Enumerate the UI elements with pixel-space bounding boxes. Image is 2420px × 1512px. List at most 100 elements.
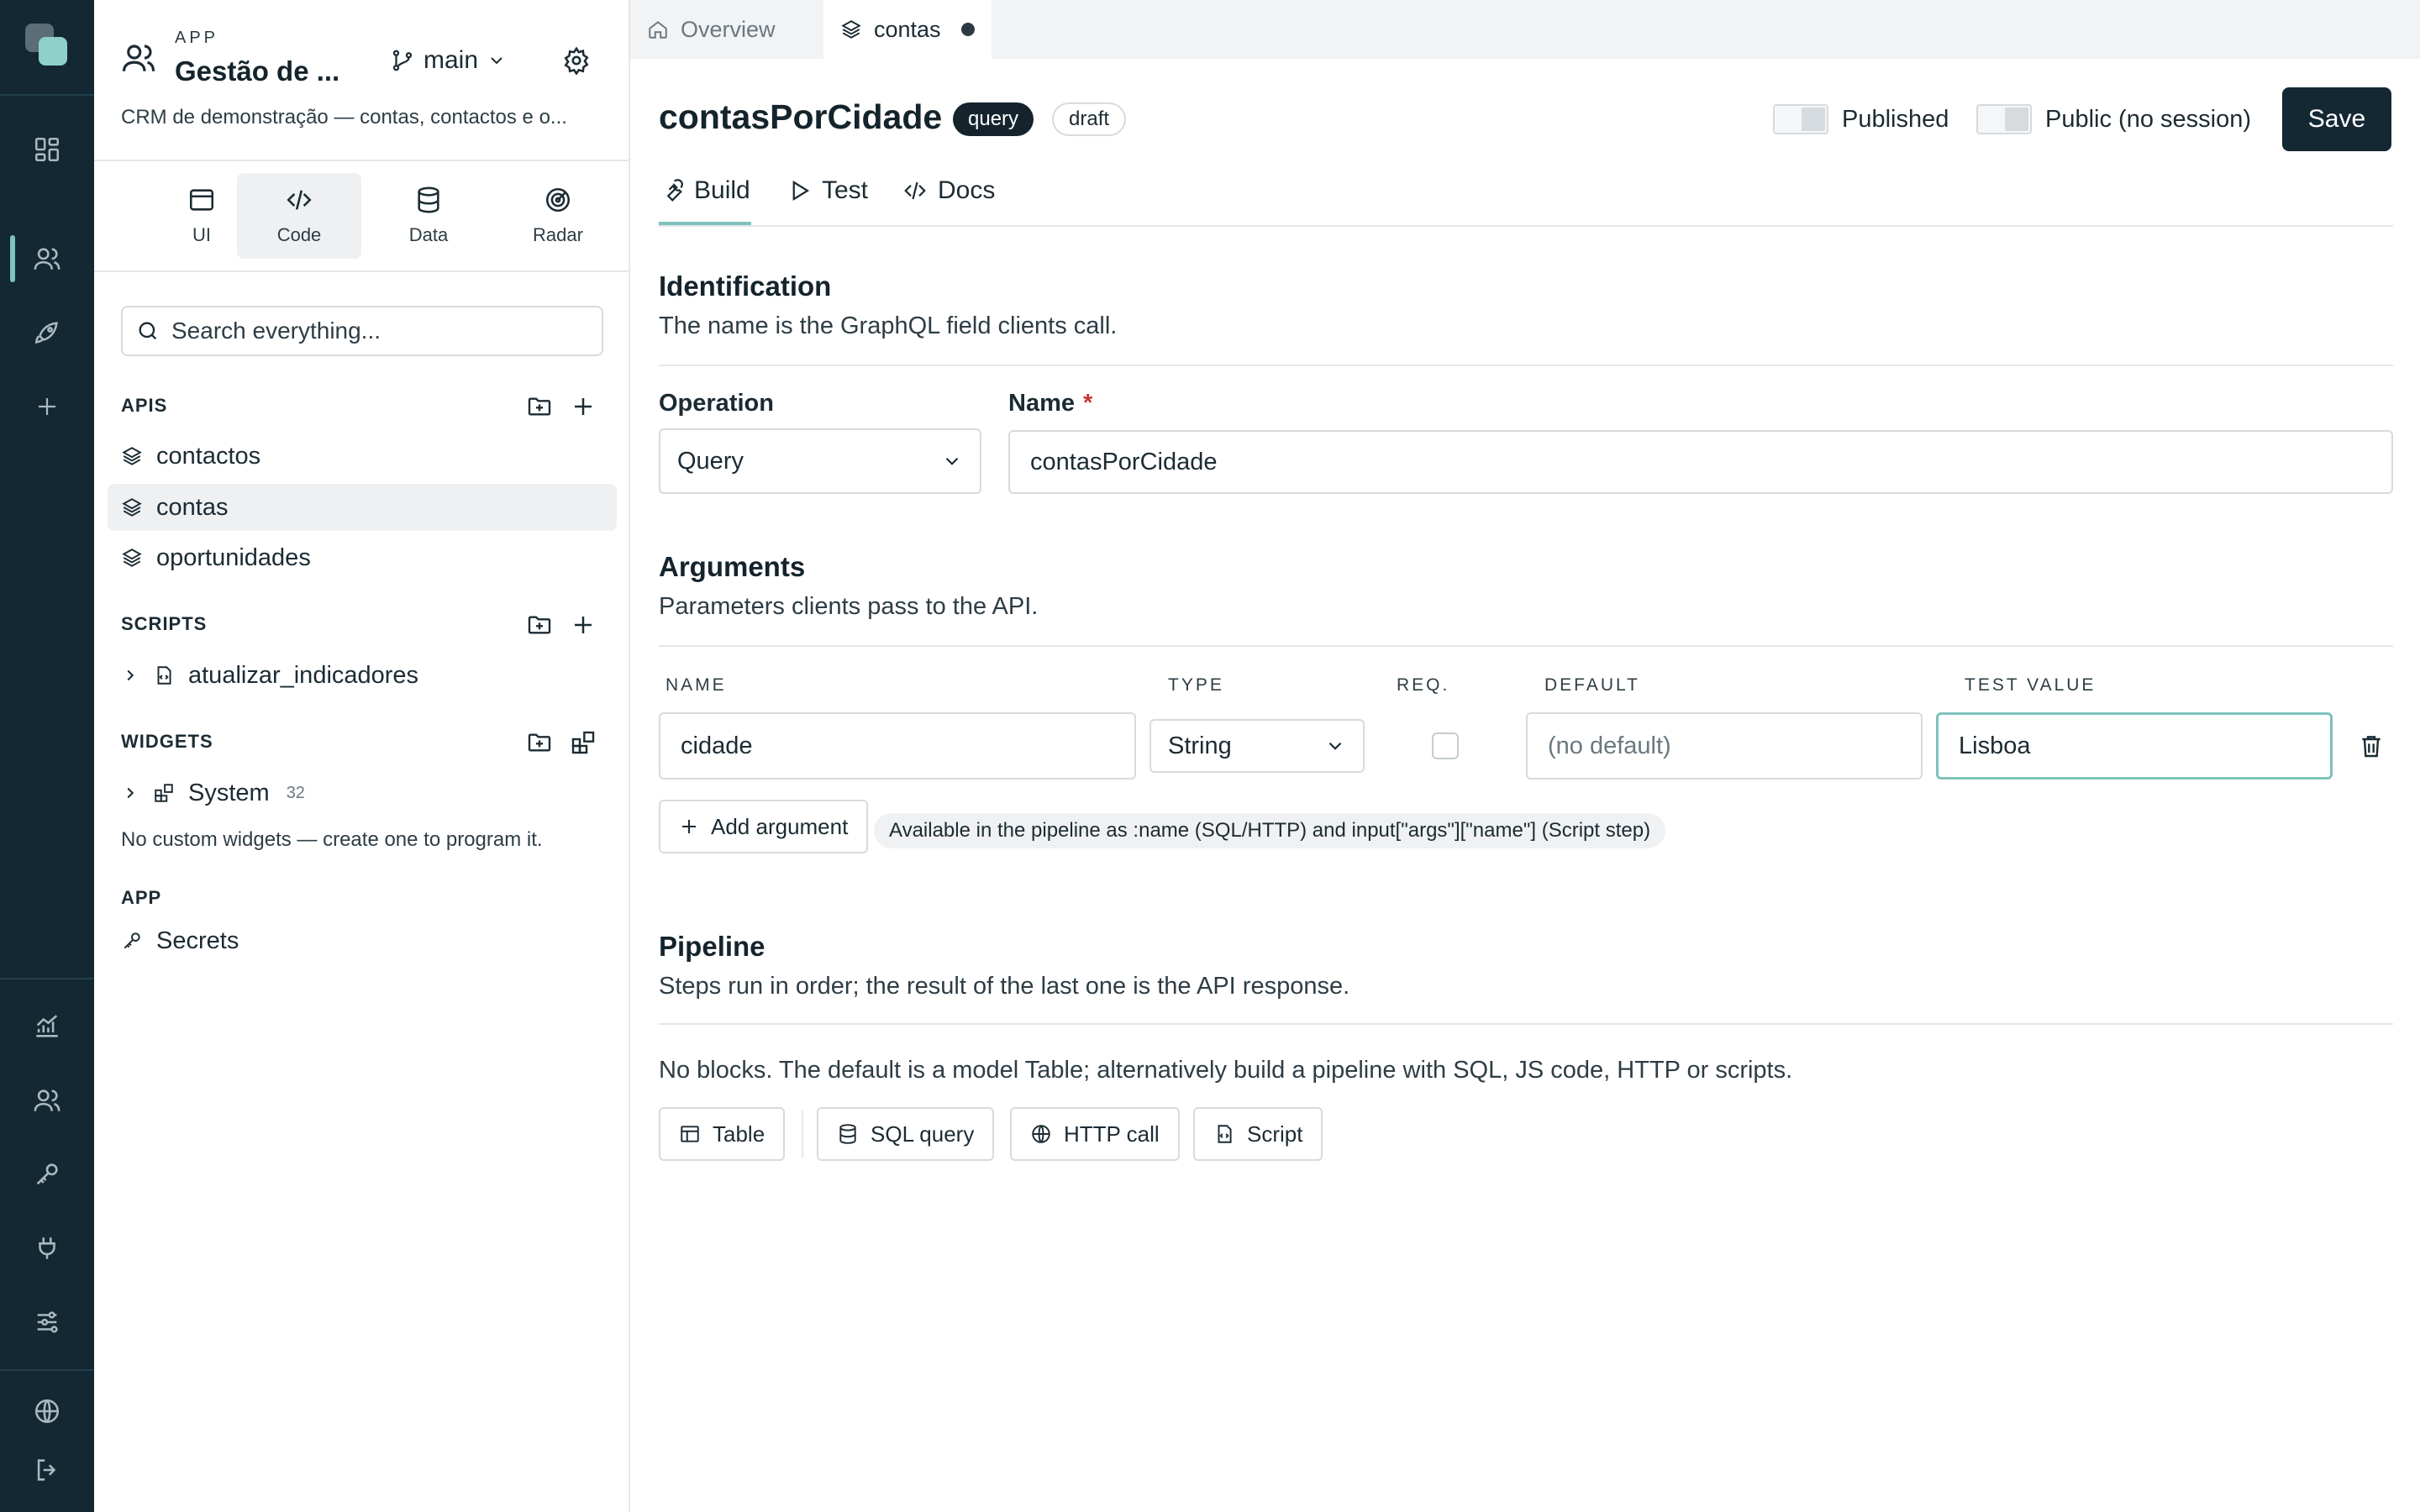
code-icon: [902, 178, 928, 203]
subtab-docs[interactable]: Docs: [902, 173, 995, 208]
add-script-block-button[interactable]: Script: [1193, 1107, 1323, 1161]
operation-value: Query: [677, 447, 744, 475]
add-script-icon[interactable]: [566, 608, 600, 642]
widget-group-count: 32: [286, 783, 305, 802]
argument-default-field[interactable]: [1526, 712, 1923, 780]
argument-default-input[interactable]: [1548, 732, 1901, 760]
radar-icon: [544, 186, 572, 214]
play-icon: [786, 178, 812, 203]
chevron-down-icon: [487, 50, 507, 71]
identification-subtitle: The name is the GraphQL field clients ca…: [659, 312, 1118, 339]
script-item-atualizar-indicadores[interactable]: atualizar_indicadores: [108, 652, 617, 699]
globe-icon[interactable]: [27, 1391, 67, 1431]
public-toggle[interactable]: Public (no session): [1976, 102, 2251, 136]
column-header-test-value: TEST VALUE: [1965, 675, 2096, 695]
app-kicker: APP: [175, 29, 219, 47]
layers-icon: [121, 445, 143, 467]
add-api-icon[interactable]: [566, 390, 600, 423]
team-icon[interactable]: [27, 1080, 67, 1121]
column-header-required: REQ.: [1397, 675, 1450, 695]
app-description: CRM de demonstração — contas, contactos …: [121, 106, 567, 129]
tab-contas[interactable]: contas: [823, 0, 992, 59]
api-item-oportunidades[interactable]: oportunidades: [108, 534, 617, 581]
add-icon[interactable]: [27, 386, 67, 427]
mode-tab-data[interactable]: Data: [366, 173, 491, 259]
trash-icon[interactable]: [2353, 727, 2390, 764]
home-icon: [647, 18, 669, 40]
name-input[interactable]: [1030, 448, 2371, 476]
public-switch[interactable]: [1976, 104, 2032, 134]
rocket-icon[interactable]: [27, 312, 67, 353]
block-label: Table: [713, 1121, 765, 1147]
argument-type-select[interactable]: String: [1150, 719, 1365, 773]
widgets-icon: [153, 782, 175, 804]
section-title-scripts: SCRIPTS: [121, 613, 208, 634]
api-item-contactos[interactable]: contactos: [108, 433, 617, 480]
argument-test-value-field[interactable]: [1936, 712, 2333, 780]
add-table-block-button[interactable]: Table: [659, 1107, 786, 1161]
name-label-text: Name: [1008, 390, 1075, 417]
name-field[interactable]: [1008, 430, 2393, 494]
published-switch[interactable]: [1773, 104, 1828, 134]
rail-active-indicator: [10, 235, 15, 282]
subtab-build[interactable]: Build: [659, 173, 750, 208]
search-box[interactable]: [121, 306, 603, 356]
arguments-title: Arguments: [659, 551, 806, 582]
unsaved-dot-icon[interactable]: [960, 23, 975, 36]
users-icon[interactable]: [27, 239, 67, 279]
key-icon[interactable]: [27, 1154, 67, 1194]
api-item-contas[interactable]: contas: [108, 484, 617, 531]
plus-icon: [679, 816, 699, 837]
search-input[interactable]: [171, 318, 575, 344]
published-toggle[interactable]: Published: [1773, 102, 1949, 136]
sliders-icon[interactable]: [27, 1302, 67, 1342]
operation-select[interactable]: Query: [659, 428, 981, 494]
add-widget-icon[interactable]: [566, 726, 600, 759]
new-folder-icon[interactable]: [523, 608, 556, 642]
arguments-hint: Available in the pipeline as :name (SQL/…: [874, 813, 1666, 848]
mode-tab-code[interactable]: Code: [237, 173, 361, 259]
identification-title: Identification: [659, 270, 832, 302]
script-item-label: atualizar_indicadores: [188, 661, 419, 689]
table-icon: [679, 1123, 701, 1145]
widget-group-label: System: [188, 779, 270, 806]
argument-name-input[interactable]: [681, 732, 1114, 760]
add-http-block-button[interactable]: HTTP call: [1010, 1107, 1180, 1161]
database-icon: [414, 186, 443, 214]
mode-tab-radar[interactable]: Radar: [496, 173, 620, 259]
api-item-label: contas: [156, 493, 229, 521]
wrench-icon: [659, 178, 684, 203]
badge-operation: query: [953, 102, 1034, 136]
pipeline-empty-text: No blocks. The default is a model Table;…: [659, 1057, 1793, 1084]
section-title-app: APP: [121, 887, 162, 908]
mode-tab-label: Data: [408, 224, 449, 245]
app-logo-icon[interactable]: [24, 22, 71, 69]
argument-test-value-input[interactable]: [1959, 732, 2310, 760]
git-branch-icon: [390, 48, 415, 73]
operation-label: Operation: [659, 390, 774, 417]
save-button[interactable]: Save: [2282, 87, 2391, 151]
new-folder-icon[interactable]: [523, 726, 556, 759]
app-item-secrets[interactable]: Secrets: [108, 917, 617, 964]
tab-overview[interactable]: Overview: [630, 0, 792, 59]
script-file-icon: [153, 664, 175, 686]
subtab-test[interactable]: Test: [786, 173, 868, 208]
plug-icon[interactable]: [27, 1228, 67, 1268]
new-folder-icon[interactable]: [523, 390, 556, 423]
gear-icon[interactable]: [558, 42, 595, 79]
add-sql-block-button[interactable]: SQL query: [817, 1107, 995, 1161]
app-item-label: Secrets: [156, 927, 239, 954]
pipeline-subtitle: Steps run in order; the result of the la…: [659, 973, 1350, 1000]
add-argument-button[interactable]: Add argument: [659, 800, 869, 853]
argument-name-field[interactable]: [659, 712, 1136, 780]
tab-label: contas: [874, 16, 941, 42]
document-tabbar: Overview contas: [630, 0, 2420, 59]
logout-icon[interactable]: [27, 1450, 67, 1490]
subtab-label: Test: [822, 176, 869, 204]
argument-required-checkbox[interactable]: [1432, 732, 1459, 759]
widget-group-system[interactable]: System 32: [108, 769, 617, 816]
subtab-label: Docs: [938, 176, 996, 204]
branch-selector[interactable]: main: [390, 44, 507, 77]
dashboard-icon[interactable]: [27, 129, 67, 170]
analytics-icon[interactable]: [27, 1006, 67, 1047]
